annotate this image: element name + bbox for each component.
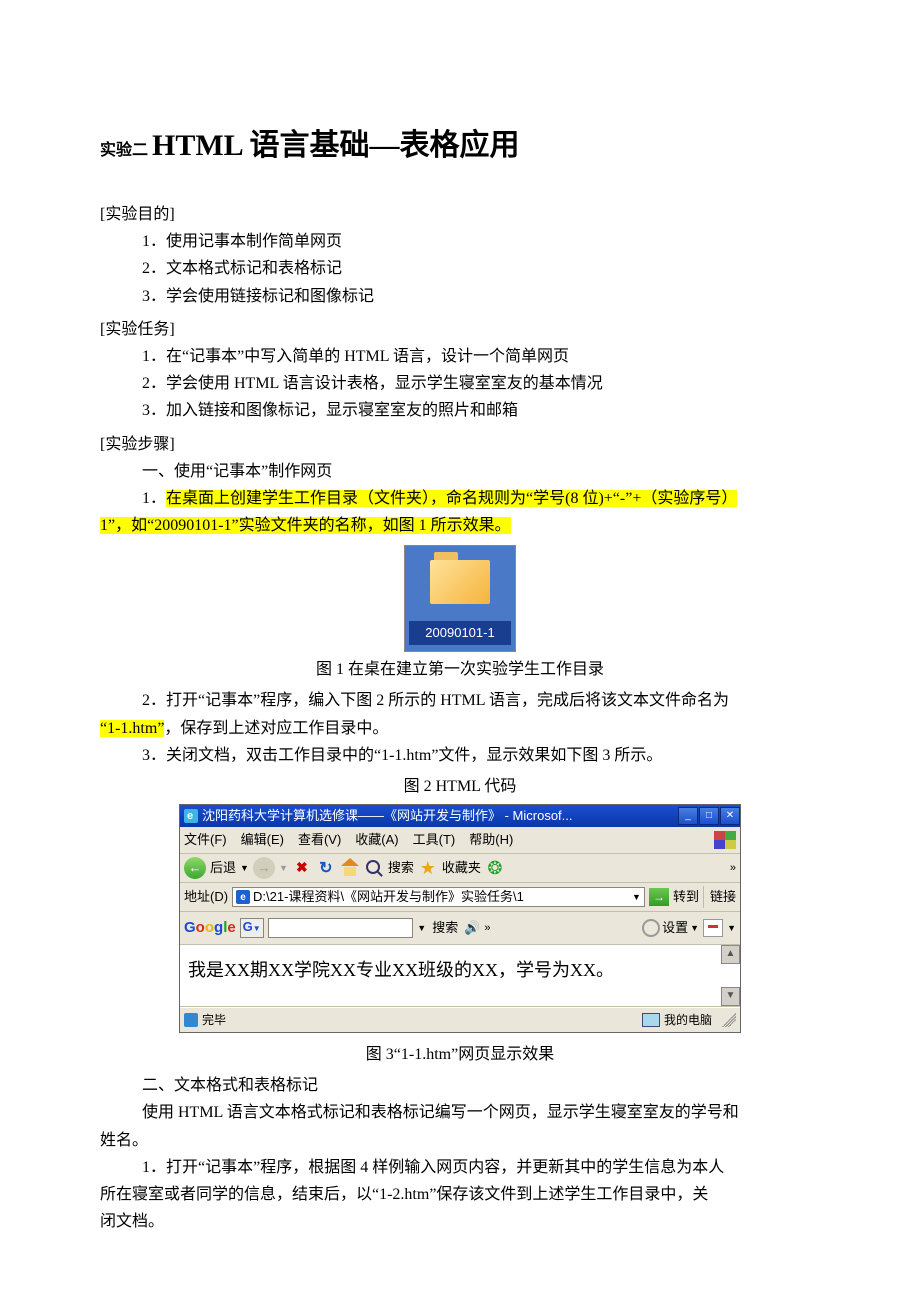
tasks-heading: [实验任务] — [100, 316, 820, 343]
step-2-line-2: “1-1.htm”，保存到上述对应工作目录中。 — [100, 715, 820, 742]
purpose-item-1: 1．使用记事本制作简单网页 — [142, 228, 820, 255]
history-icon[interactable]: ❂ — [485, 858, 505, 878]
google-search-input[interactable] — [268, 918, 414, 938]
step-2-line-1: 2．打开“记事本”程序，编入下图 2 所示的 HTML 语言，完成后将该文本文件… — [100, 687, 820, 714]
folder-label: 20090101-1 — [409, 621, 511, 645]
search-label: 搜索 — [388, 857, 414, 879]
back-label: 后退 — [210, 857, 236, 879]
step-1-line-2: 1”，如“20090101-1”实验文件夹的名称，如图 1 所示效果。 — [100, 512, 820, 539]
step-b-1-line-1: 1．打开“记事本”程序，根据图 4 样例输入网页内容，并更新其中的学生信息为本人 — [100, 1154, 820, 1181]
google-voice-icon[interactable]: 🔊 — [464, 917, 480, 939]
step-1-highlight-b: 1”，如“20090101-1”实验文件夹的名称，如图 1 所示效果。 — [100, 517, 511, 534]
status-zone-label: 我的电脑 — [664, 1010, 712, 1030]
window-buttons: _ □ ✕ — [677, 807, 740, 825]
browser-title: 沈阳药科大学计算机选修课——《网站开发与制作》 - Microsof... — [202, 805, 677, 827]
google-settings-dropdown-icon: ▼ — [690, 921, 699, 936]
go-button[interactable]: → — [649, 888, 669, 906]
forward-dropdown-icon[interactable]: ▼ — [279, 861, 288, 876]
step-b-1-line-3: 闭文档。 — [100, 1208, 820, 1235]
browser-titlebar: 沈阳药科大学计算机选修课——《网站开发与制作》 - Microsof... _ … — [180, 805, 740, 827]
purpose-heading: [实验目的] — [100, 201, 820, 228]
refresh-icon[interactable]: ↻ — [316, 858, 336, 878]
menu-edit[interactable]: 编辑(E) — [241, 829, 284, 851]
step-1-prefix: 1． — [142, 490, 166, 507]
close-button[interactable]: ✕ — [720, 807, 740, 825]
links-label[interactable]: 链接 — [703, 886, 736, 908]
folder-figure: 20090101-1 — [404, 545, 516, 652]
back-dropdown-icon[interactable]: ▼ — [240, 861, 249, 876]
steps-heading: [实验步骤] — [100, 431, 820, 458]
stop-icon[interactable]: ✖ — [292, 858, 312, 878]
step-b-heading: 二、文本格式和表格标记 — [142, 1072, 820, 1099]
forward-button[interactable]: → — [253, 857, 275, 879]
menu-tools[interactable]: 工具(T) — [413, 829, 456, 851]
status-page-icon — [184, 1013, 198, 1027]
ie-icon — [184, 809, 198, 823]
page-body-text: 我是XX期XX学院XX专业XX班级的XX，学号为XX。 — [188, 960, 614, 980]
figure-3-caption: 图 3“1-1.htm”网页显示效果 — [100, 1041, 820, 1068]
address-label: 地址(D) — [184, 886, 228, 908]
menu-favorites[interactable]: 收藏(A) — [355, 829, 398, 851]
purpose-item-2: 2．文本格式标记和表格标记 — [142, 255, 820, 282]
minimize-button[interactable]: _ — [678, 807, 698, 825]
google-settings[interactable]: 设置 ▼ — [642, 917, 699, 939]
step-1-line-1: 1．在桌面上创建学生工作目录（文件夹），命名规则为“学号(8 位)+“-”+（实… — [142, 485, 820, 512]
title-prefix: 实验二 — [100, 142, 152, 159]
home-icon[interactable] — [340, 858, 360, 878]
windows-flag-icon — [714, 831, 736, 849]
folder-icon — [430, 560, 490, 604]
google-overflow-icon[interactable]: » — [484, 919, 490, 938]
computer-icon — [642, 1013, 660, 1027]
browser-statusbar: 完毕 我的电脑 — [180, 1007, 740, 1032]
menu-file[interactable]: 文件(F) — [184, 829, 227, 851]
step-b-intro-2: 姓名。 — [100, 1127, 820, 1154]
gear-icon — [642, 919, 660, 937]
title-main: HTML 语言基础—表格应用 — [152, 129, 520, 162]
address-input[interactable]: e D:\21-课程资料\《网站开发与制作》实验任务\1 ▼ — [232, 887, 645, 907]
task-item-2: 2．学会使用 HTML 语言设计表格，显示学生寝室室友的基本情况 — [142, 370, 820, 397]
scroll-down-button[interactable]: ▼ — [721, 987, 740, 1006]
maximize-button[interactable]: □ — [699, 807, 719, 825]
resize-grip-icon — [722, 1013, 736, 1027]
step-1-highlight-a: 在桌面上创建学生工作目录（文件夹），命名规则为“学号(8 位)+“-”+（实验序… — [166, 490, 737, 507]
browser-screenshot: 沈阳药科大学计算机选修课——《网站开发与制作》 - Microsof... _ … — [179, 804, 741, 1033]
figure-2-caption: 图 2 HTML 代码 — [100, 773, 820, 800]
browser-content: ▲ 我是XX期XX学院XX专业XX班级的XX，学号为XX。 ▼ — [180, 945, 740, 1007]
purpose-item-3: 3．学会使用链接标记和图像标记 — [142, 283, 820, 310]
go-label: 转到 — [673, 886, 699, 908]
browser-addressbar: 地址(D) e D:\21-课程资料\《网站开发与制作》实验任务\1 ▼ → 转… — [180, 883, 740, 912]
address-value: D:\21-课程资料\《网站开发与制作》实验任务\1 — [253, 887, 524, 907]
step-b-intro-1: 使用 HTML 语言文本格式标记和表格标记编写一个网页，显示学生寝室室友的学号和 — [100, 1099, 820, 1126]
step-3: 3．关闭文档，双击工作目录中的“1-1.htm”文件，显示效果如下图 3 所示。 — [100, 742, 820, 769]
figure-1-caption: 图 1 在桌在建立第一次实验学生工作目录 — [100, 656, 820, 683]
browser-toolbar: ← 后退 ▼ → ▼ ✖ ↻ 搜索 ★ 收藏夹 ❂ » — [180, 854, 740, 883]
google-search-type[interactable]: G▼ — [240, 918, 264, 938]
google-logo: Google — [184, 915, 236, 941]
task-item-1: 1．在“记事本”中写入简单的 HTML 语言，设计一个简单网页 — [142, 343, 820, 370]
browser-menubar: 文件(F) 编辑(E) 查看(V) 收藏(A) 工具(T) 帮助(H) — [180, 827, 740, 854]
address-dropdown-icon[interactable]: ▼ — [632, 890, 641, 905]
page-title: 实验二 HTML 语言基础—表格应用 — [100, 120, 820, 171]
scroll-up-button[interactable]: ▲ — [721, 945, 740, 964]
pdf-dropdown-icon[interactable]: ▼ — [727, 921, 736, 936]
status-done-label: 完毕 — [202, 1010, 226, 1030]
step-2-highlight: “1-1.htm” — [100, 720, 164, 737]
google-input-dropdown-icon[interactable]: ▼ — [417, 921, 426, 936]
favorites-label: 收藏夹 — [442, 857, 481, 879]
page-icon: e — [236, 890, 250, 904]
favorites-star-icon[interactable]: ★ — [418, 858, 438, 878]
google-settings-label: 设置 — [662, 917, 688, 939]
step-2-rest: ，保存到上述对应工作目录中。 — [164, 720, 388, 737]
toolbar-overflow-icon[interactable]: » — [730, 859, 736, 878]
pdf-icon[interactable] — [703, 919, 723, 937]
google-toolbar: Google G▼ ▼ 搜索 🔊 » 设置 ▼ ▼ — [180, 912, 740, 945]
menu-help[interactable]: 帮助(H) — [469, 829, 513, 851]
search-icon[interactable] — [364, 858, 384, 878]
menu-view[interactable]: 查看(V) — [298, 829, 341, 851]
step-b-1-line-2: 所在寝室或者同学的信息，结束后，以“1-2.htm”保存该文件到上述学生工作目录… — [100, 1181, 820, 1208]
step-a-heading: 一、使用“记事本”制作网页 — [142, 458, 820, 485]
google-search-label[interactable]: 搜索 — [430, 917, 460, 939]
task-item-3: 3．加入链接和图像标记，显示寝室室友的照片和邮箱 — [142, 397, 820, 424]
back-button[interactable]: ← — [184, 857, 206, 879]
